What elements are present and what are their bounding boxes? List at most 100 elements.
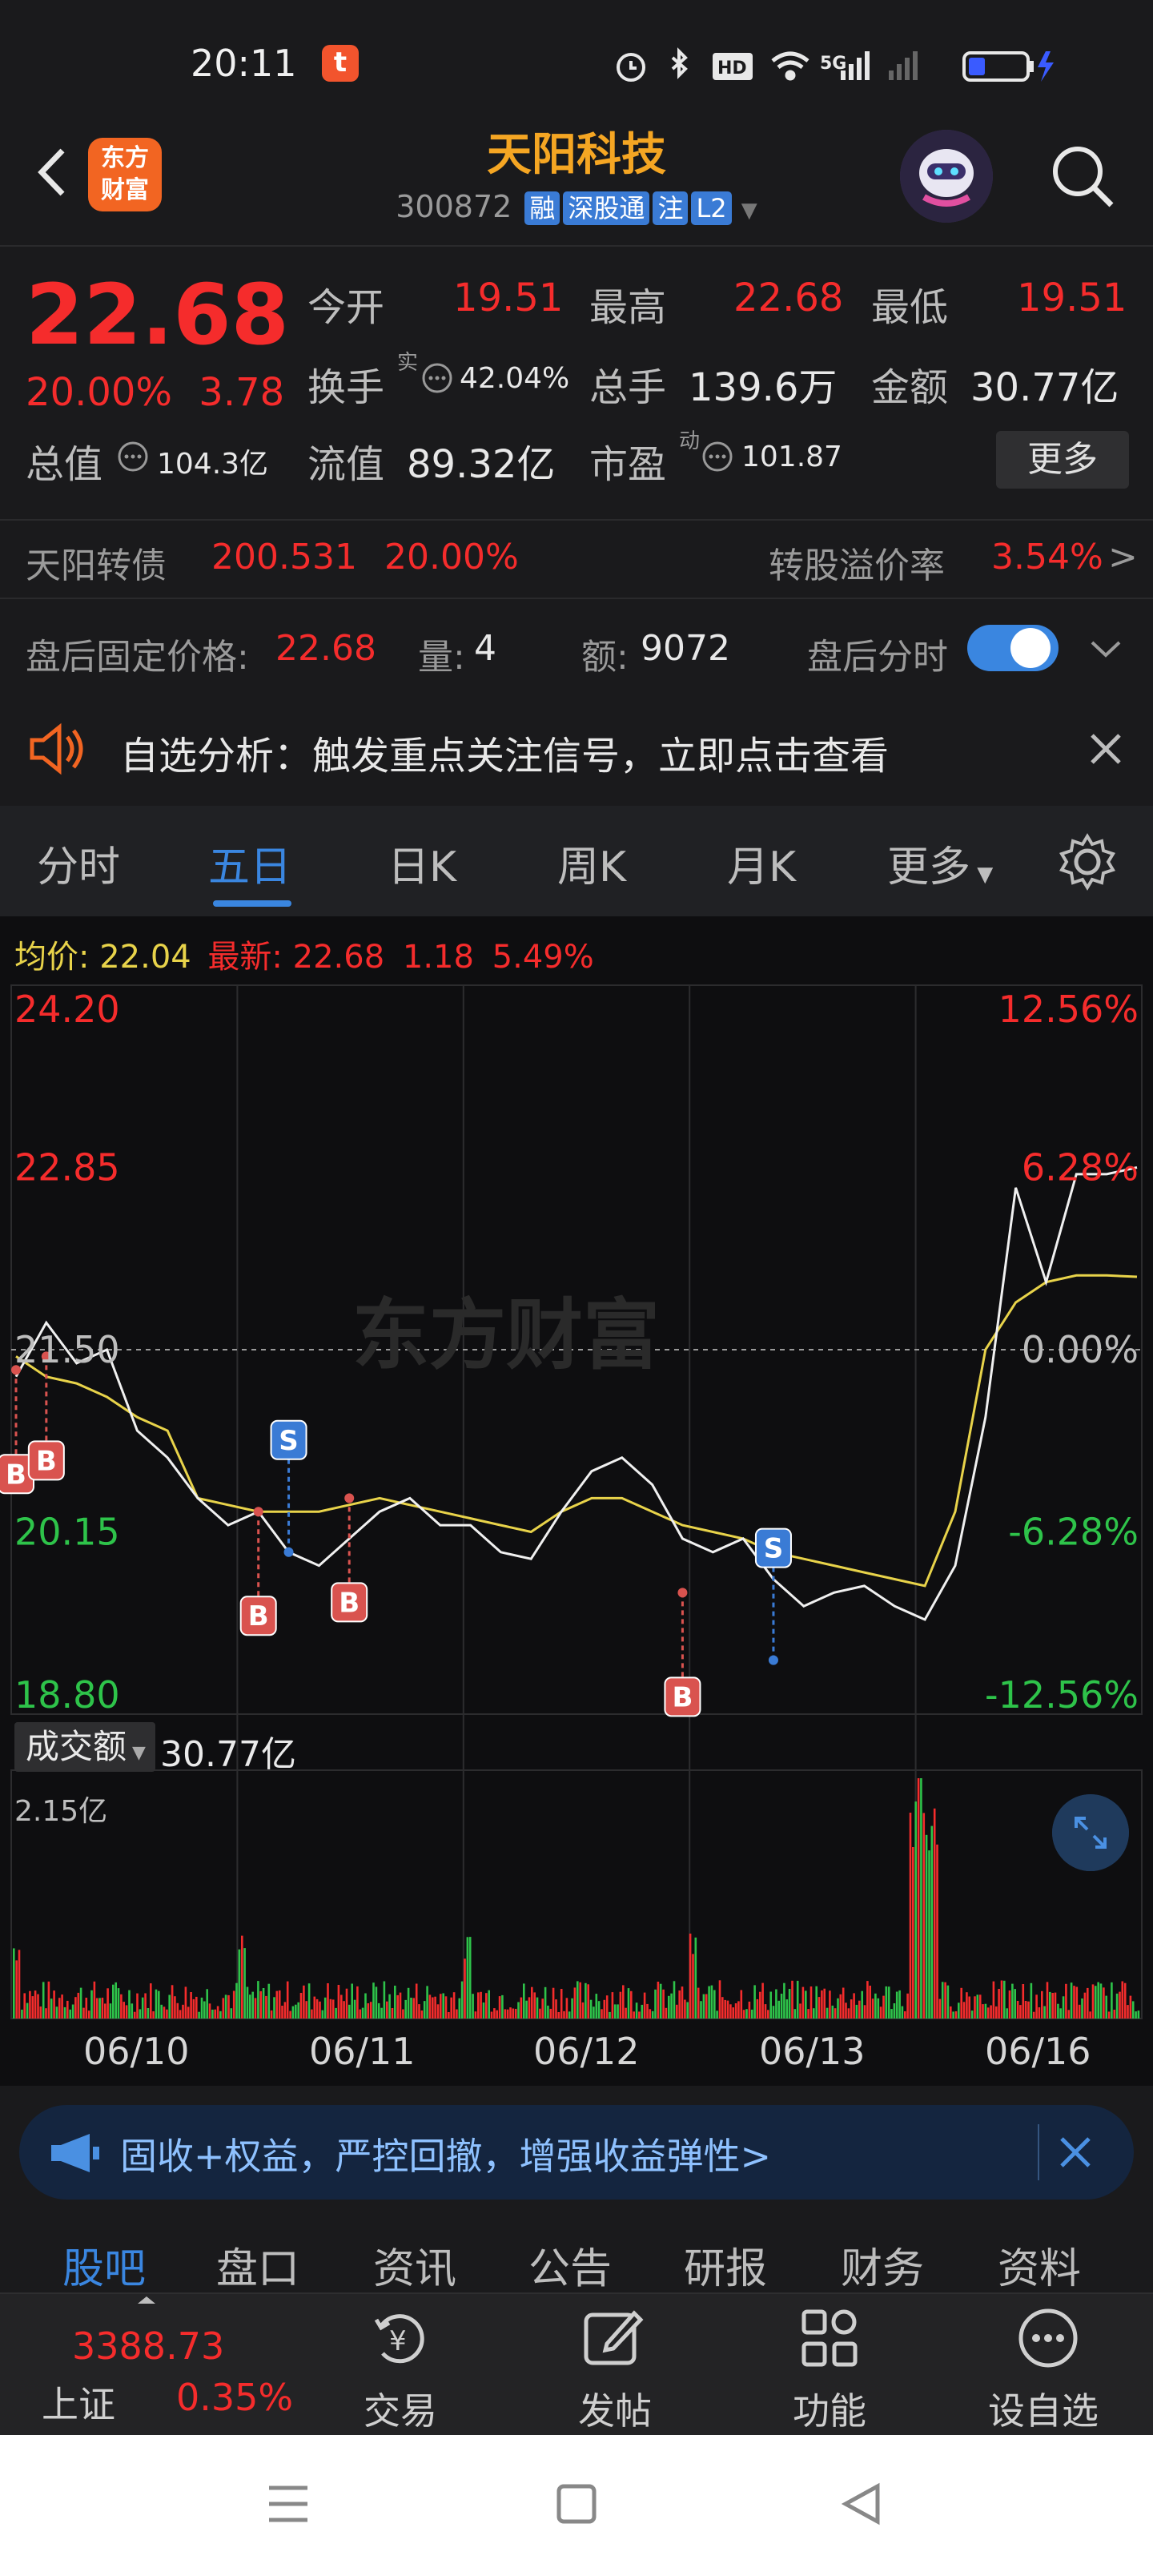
volume-bar [37, 1994, 39, 2019]
volume-bar [769, 1991, 772, 2019]
volume-bar [152, 2011, 155, 2019]
expand-icon[interactable] [1052, 1794, 1129, 1871]
volume-indicator-select[interactable]: 成交额 ▼ [14, 1722, 155, 1772]
volume-bar [329, 1998, 332, 2019]
volume-bar [909, 1813, 912, 2019]
price-chart[interactable]: 东方财富 B BBSBBS 24.20 12.56%22.85 6.28%21.50 0… [0, 977, 1153, 2083]
volume-bar [74, 1997, 77, 2019]
index-name[interactable]: 上证 [42, 2376, 115, 2429]
grid-apps-icon[interactable] [796, 2304, 865, 2373]
tab-research[interactable]: 研报 [684, 2235, 767, 2295]
tab-five-day[interactable]: 五日 [208, 833, 291, 893]
tab-guba[interactable]: 股吧 [62, 2235, 146, 2295]
volume-bar [150, 1983, 152, 2019]
back-triangle-icon[interactable] [838, 2480, 886, 2528]
volume-bar [729, 2004, 732, 2019]
volume-bar [689, 1934, 692, 2019]
volume-bar [509, 2007, 512, 2019]
volume-bar [1043, 2006, 1046, 2019]
volume-bar [651, 2010, 654, 2019]
chevron-down-icon[interactable] [1086, 633, 1126, 665]
volume-bar [643, 1992, 646, 2019]
volume-bar [748, 2001, 751, 2019]
volume-bar [850, 1999, 853, 2019]
robot-avatar-icon[interactable] [900, 130, 993, 223]
volume-bar [796, 1980, 799, 2019]
tab-order-book[interactable]: 盘口 [216, 2235, 299, 2295]
volume-bar [125, 2005, 128, 2019]
volume-bar [1027, 2001, 1030, 2019]
volume-bar [668, 1995, 670, 2019]
search-icon[interactable] [1044, 138, 1121, 215]
caret-down-icon: ▼ [970, 863, 994, 887]
volume-bar [227, 1994, 230, 2019]
trade-icon[interactable]: ¥ [365, 2304, 434, 2373]
volume-bar [452, 1992, 456, 2019]
bond-name[interactable]: 天阳转债 [26, 537, 167, 588]
tab-more[interactable]: 更多 ▼ [887, 833, 993, 893]
tab-weekly-k[interactable]: 周K [557, 833, 626, 893]
chevron-right-icon[interactable]: > [1108, 537, 1138, 578]
nav-post[interactable]: 发帖 [578, 2382, 652, 2435]
volume-bar [541, 1998, 544, 2019]
volume-bar [418, 2004, 420, 2019]
notice-text[interactable]: 自选分析：触发重点关注信号，立即点击查看 [120, 724, 889, 780]
more-dots-icon[interactable] [701, 441, 733, 473]
volume-bar [375, 1986, 378, 2019]
volume-bar [920, 1778, 922, 2019]
volume-bar [1121, 1981, 1124, 2019]
marker-label: B [339, 1587, 360, 1619]
more-button[interactable]: 更多 [996, 431, 1129, 489]
settings-gear-icon[interactable] [1055, 830, 1119, 894]
volume-bar [906, 1993, 909, 2019]
more-dots-icon[interactable] [117, 441, 149, 473]
tab-news[interactable]: 资讯 [373, 2235, 456, 2295]
home-square-icon[interactable] [552, 2480, 601, 2528]
marker-dot [253, 1507, 263, 1517]
tab-intraday[interactable]: 分时 [37, 833, 120, 893]
tab-daily-k[interactable]: 日K [388, 833, 456, 893]
volume-bar [109, 2003, 112, 2019]
volume-bar [793, 2009, 797, 2019]
volume-bar [93, 1981, 96, 2019]
volume-bar [311, 2009, 313, 2019]
volume-bar [697, 1987, 700, 2019]
volume-bar [47, 1981, 50, 2019]
volume-bar [313, 1996, 316, 2019]
volume-bar [718, 1980, 721, 2019]
volume-bar [950, 2006, 952, 2019]
close-icon[interactable] [1055, 2132, 1095, 2172]
volume-bar [488, 1990, 490, 2019]
volume-bar [638, 2011, 641, 2019]
more-circle-icon[interactable] [1014, 2304, 1083, 2373]
volume-bar [192, 1998, 195, 2019]
tab-announcements[interactable]: 公告 [528, 2235, 612, 2295]
tab-monthly-k[interactable]: 月K [727, 833, 796, 893]
nav-functions[interactable]: 功能 [793, 2382, 866, 2435]
low-label: 最低 [871, 285, 949, 330]
nav-trade[interactable]: 交易 [364, 2382, 437, 2435]
volume-bar [482, 2002, 485, 2019]
ad-text[interactable]: 固收+权益，严控回撤，增强收益弹性> [120, 2127, 771, 2180]
date-label: 06/11 [309, 2030, 416, 2073]
volume-bar [399, 1992, 402, 2019]
volume-bar [1095, 1986, 1097, 2019]
menu-icon[interactable] [264, 2480, 312, 2528]
more-dots-icon[interactable] [421, 362, 453, 394]
volume-bar [460, 1981, 464, 2019]
volume-bar [1105, 1995, 1107, 2019]
index-value[interactable]: 3388.73 [72, 2324, 224, 2368]
marker-label: S [764, 1533, 784, 1565]
volume-bar [85, 1998, 88, 2019]
volume-bar [63, 2006, 66, 2019]
volume-bar [404, 1999, 407, 2019]
pe-label: 市盈 [589, 442, 667, 487]
volume-bar [654, 1989, 657, 2019]
tab-financials[interactable]: 财务 [841, 2235, 924, 2295]
close-icon[interactable] [1086, 729, 1126, 769]
nav-add-watchlist[interactable]: 设自选 [988, 2382, 1099, 2435]
compose-icon[interactable] [578, 2304, 647, 2373]
tab-profile[interactable]: 资料 [998, 2235, 1081, 2295]
volume-bar [238, 1949, 241, 2019]
premium-label[interactable]: 转股溢价率 [769, 537, 945, 588]
